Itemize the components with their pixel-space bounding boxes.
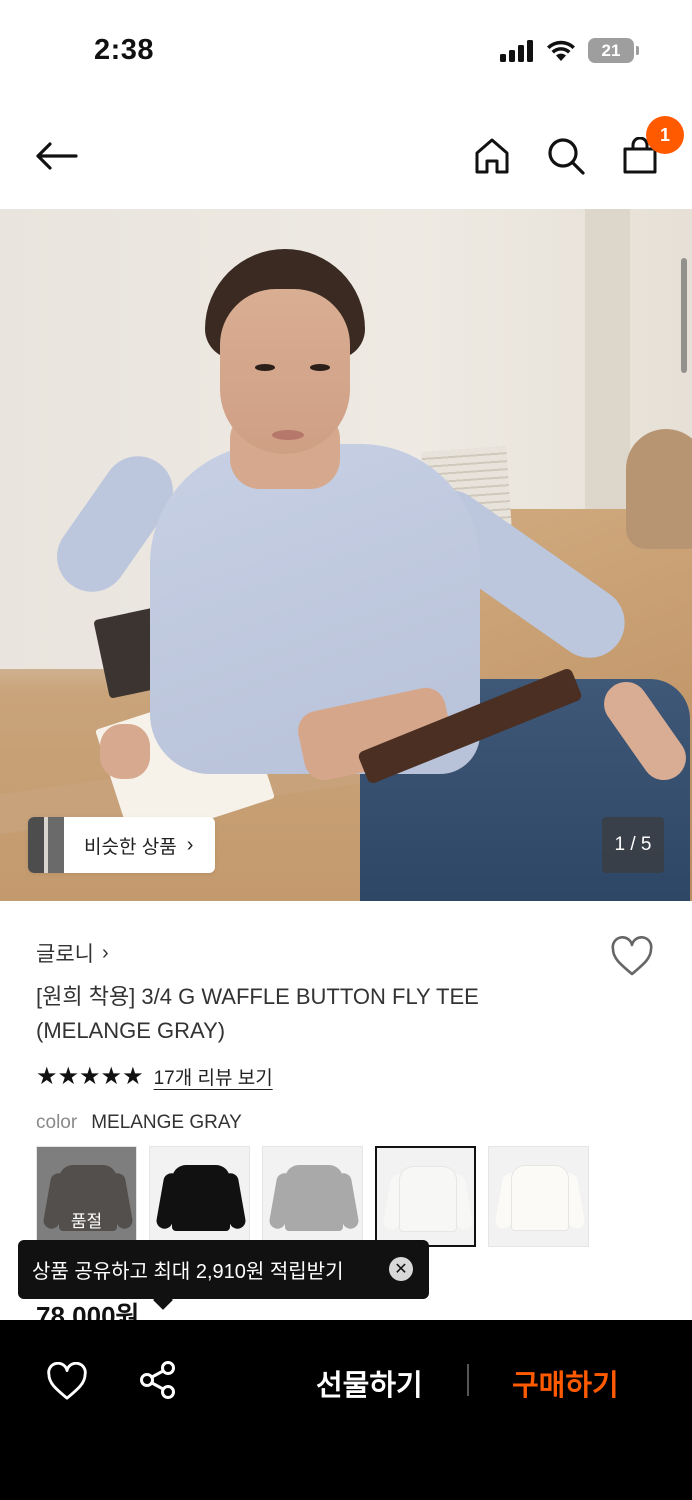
battery-indicator: 21	[588, 38, 639, 63]
hero-pillar	[585, 209, 630, 509]
buy-button[interactable]: 구매하기	[512, 1362, 619, 1404]
back-button[interactable]	[32, 132, 80, 180]
toast-tail	[153, 1290, 173, 1310]
color-swatch[interactable]	[149, 1146, 250, 1247]
similar-products-label: 비슷한 상품	[84, 836, 177, 858]
swatch-shirt-image	[172, 1165, 230, 1231]
wifi-icon	[547, 40, 575, 61]
nav-bar: 1	[0, 110, 692, 205]
wishlist-button[interactable]	[610, 936, 654, 978]
similar-thumbnail	[28, 817, 64, 873]
cart-count-badge: 1	[646, 116, 684, 154]
status-time: 2:38	[94, 34, 155, 66]
swatch-shirt-image	[399, 1166, 457, 1232]
chevron-right-icon: ›	[101, 941, 109, 964]
color-row: color MELANGE GRAY	[36, 1112, 242, 1134]
rating-row: ★★★★★ 17개 리뷰 보기	[36, 1062, 273, 1091]
color-swatch[interactable]	[488, 1146, 589, 1247]
share-icon	[140, 1361, 175, 1399]
product-image-carousel[interactable]: 비슷한 상품 › 1 / 5	[0, 209, 692, 901]
hero-hand-left	[100, 724, 150, 779]
home-button[interactable]	[468, 132, 516, 180]
image-page-indicator: 1 / 5	[602, 817, 664, 873]
search-icon	[548, 138, 585, 175]
color-label: color	[36, 1112, 78, 1133]
color-swatches: 품절	[36, 1146, 589, 1247]
status-bar: 2:38 21	[0, 0, 692, 100]
back-arrow-icon	[36, 142, 78, 170]
color-swatch[interactable]	[262, 1146, 363, 1247]
search-button[interactable]	[542, 132, 590, 180]
swatch-shirt-image	[285, 1165, 343, 1231]
cart-button[interactable]: 1	[616, 116, 684, 180]
reviews-link[interactable]: 17개 리뷰 보기	[154, 1063, 273, 1090]
chevron-right-icon: ›	[186, 833, 194, 856]
price: 78,000원	[36, 1301, 140, 1320]
star-rating: ★★★★★	[36, 1063, 144, 1090]
close-icon[interactable]: ✕	[389, 1257, 413, 1281]
sold-out-label: 품절	[70, 1212, 103, 1231]
product-title-line2: (MELANGE GRAY)	[36, 1018, 226, 1043]
similar-products-button[interactable]: 비슷한 상품 ›	[28, 817, 216, 873]
gift-button[interactable]: 선물하기	[316, 1362, 423, 1404]
bottom-wishlist-button[interactable]	[46, 1361, 88, 1402]
hero-eye-left	[255, 364, 275, 371]
divider	[467, 1364, 469, 1396]
color-swatch[interactable]: 품절	[36, 1146, 137, 1247]
scrollbar-thumb[interactable]	[681, 258, 687, 373]
toast-text: 상품 공유하고 최대 2,910원 적립받기	[32, 1261, 344, 1283]
hero-eye-right	[310, 364, 330, 371]
hero-lips	[272, 430, 304, 440]
brand-link[interactable]: 글로니 ›	[36, 938, 109, 968]
home-icon	[475, 138, 509, 174]
bottom-action-bar: 선물하기 구매하기	[0, 1320, 692, 1500]
color-swatch[interactable]	[375, 1146, 476, 1247]
battery-level: 21	[601, 40, 621, 60]
product-title-line1: [원희 착용] 3/4 G WAFFLE BUTTON FLY TEE	[36, 984, 479, 1009]
heart-icon	[47, 1361, 87, 1400]
heart-icon	[611, 936, 653, 976]
signal-icon	[500, 39, 533, 62]
product-title: [원희 착용] 3/4 G WAFFLE BUTTON FLY TEE (MEL…	[36, 980, 596, 1048]
status-icons: 21	[500, 38, 639, 63]
brand-name: 글로니	[36, 943, 94, 966]
share-reward-toast[interactable]: 상품 공유하고 최대 2,910원 적립받기 ✕	[18, 1240, 429, 1310]
color-value: MELANGE GRAY	[91, 1112, 242, 1133]
hero-plant-pot	[626, 429, 692, 549]
share-button[interactable]	[138, 1360, 178, 1400]
swatch-shirt-image	[511, 1165, 569, 1231]
